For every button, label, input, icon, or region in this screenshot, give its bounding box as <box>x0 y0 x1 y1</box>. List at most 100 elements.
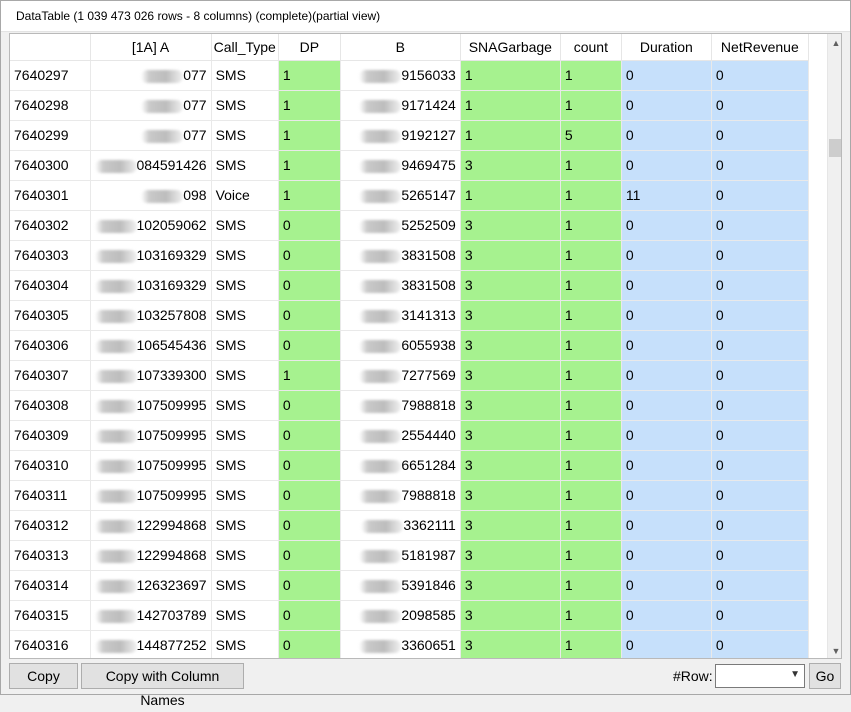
cell-duration[interactable]: 0 <box>621 90 712 121</box>
cell-a[interactable]: 103169329 <box>90 270 212 301</box>
cell-duration[interactable]: 0 <box>621 390 712 421</box>
table-row[interactable]: 7640310 107509995 SMS 0 6651284 3 1 0 0 <box>10 450 809 481</box>
cell-a[interactable]: 103169329 <box>90 240 212 271</box>
copy-with-column-names-button[interactable]: Copy with Column Names <box>81 663 244 708</box>
cell-row-id[interactable]: 7640299 <box>10 120 91 151</box>
row-number-combobox[interactable]: ▼ <box>715 664 805 688</box>
cell-duration[interactable]: 0 <box>621 120 712 151</box>
table-row[interactable]: 7640304 103169329 SMS 0 3831508 3 1 0 0 <box>10 270 809 301</box>
cell-call-type[interactable]: SMS <box>211 210 279 241</box>
cell-a[interactable]: 098 <box>90 180 212 211</box>
table-row[interactable]: 7640305 103257808 SMS 0 3141313 3 1 0 0 <box>10 300 809 331</box>
table-row[interactable]: 7640306 106545436 SMS 0 6055938 3 1 0 0 <box>10 330 809 361</box>
cell-netrevenue[interactable]: 0 <box>711 300 809 331</box>
chevron-down-icon[interactable]: ▼ <box>828 643 841 658</box>
cell-row-id[interactable]: 7640311 <box>10 480 91 511</box>
cell-duration[interactable]: 0 <box>621 270 712 301</box>
cell-b[interactable]: 5252509 <box>340 210 461 241</box>
cell-duration[interactable]: 0 <box>621 450 712 481</box>
cell-netrevenue[interactable]: 0 <box>711 240 809 271</box>
cell-b[interactable]: 3362111 <box>340 510 461 541</box>
cell-count[interactable]: 1 <box>560 630 622 658</box>
cell-snagarbage[interactable]: 3 <box>460 300 561 331</box>
cell-netrevenue[interactable]: 0 <box>711 210 809 241</box>
cell-dp[interactable]: 0 <box>278 630 341 658</box>
table-row[interactable]: 7640308 107509995 SMS 0 7988818 3 1 0 0 <box>10 390 809 421</box>
column-header-b[interactable]: B <box>340 34 461 61</box>
cell-a[interactable]: 144877252 <box>90 630 212 658</box>
cell-count[interactable]: 1 <box>560 450 622 481</box>
cell-duration[interactable]: 0 <box>621 300 712 331</box>
cell-dp[interactable]: 0 <box>278 420 341 451</box>
cell-dp[interactable]: 0 <box>278 330 341 361</box>
cell-duration[interactable]: 0 <box>621 330 712 361</box>
cell-call-type[interactable]: SMS <box>211 300 279 331</box>
cell-netrevenue[interactable]: 0 <box>711 270 809 301</box>
cell-b[interactable]: 6055938 <box>340 330 461 361</box>
cell-count[interactable]: 1 <box>560 90 622 121</box>
cell-row-id[interactable]: 7640297 <box>10 60 91 91</box>
cell-call-type[interactable]: SMS <box>211 150 279 181</box>
cell-count[interactable]: 1 <box>560 270 622 301</box>
cell-row-id[interactable]: 7640302 <box>10 210 91 241</box>
cell-count[interactable]: 1 <box>560 300 622 331</box>
cell-count[interactable]: 1 <box>560 600 622 631</box>
column-header-netrevenue[interactable]: NetRevenue <box>711 34 809 61</box>
cell-b[interactable]: 3831508 <box>340 240 461 271</box>
cell-netrevenue[interactable]: 0 <box>711 570 809 601</box>
cell-call-type[interactable]: SMS <box>211 240 279 271</box>
cell-b[interactable]: 3141313 <box>340 300 461 331</box>
cell-netrevenue[interactable]: 0 <box>711 180 809 211</box>
cell-snagarbage[interactable]: 1 <box>460 120 561 151</box>
cell-duration[interactable]: 0 <box>621 570 712 601</box>
cell-a[interactable]: 077 <box>90 90 212 121</box>
cell-dp[interactable]: 1 <box>278 120 341 151</box>
copy-button[interactable]: Copy <box>9 663 78 689</box>
cell-b[interactable]: 7988818 <box>340 390 461 421</box>
cell-b[interactable]: 9156033 <box>340 60 461 91</box>
cell-a[interactable]: 122994868 <box>90 540 212 571</box>
cell-count[interactable]: 1 <box>560 60 622 91</box>
cell-b[interactable]: 3831508 <box>340 270 461 301</box>
column-header-a[interactable]: [1A] A <box>90 34 212 61</box>
cell-snagarbage[interactable]: 3 <box>460 570 561 601</box>
cell-duration[interactable]: 0 <box>621 630 712 658</box>
cell-snagarbage[interactable]: 3 <box>460 600 561 631</box>
cell-count[interactable]: 1 <box>560 360 622 391</box>
cell-call-type[interactable]: SMS <box>211 120 279 151</box>
cell-count[interactable]: 1 <box>560 210 622 241</box>
cell-dp[interactable]: 1 <box>278 90 341 121</box>
cell-a[interactable]: 106545436 <box>90 330 212 361</box>
cell-netrevenue[interactable]: 0 <box>711 90 809 121</box>
cell-call-type[interactable]: SMS <box>211 600 279 631</box>
data-grid[interactable]: [1A] A Call_Type DP B SNAGarbage count D… <box>9 33 842 659</box>
cell-row-id[interactable]: 7640316 <box>10 630 91 658</box>
cell-netrevenue[interactable]: 0 <box>711 540 809 571</box>
cell-duration[interactable]: 0 <box>621 210 712 241</box>
cell-dp[interactable]: 1 <box>278 180 341 211</box>
cell-dp[interactable]: 0 <box>278 390 341 421</box>
cell-row-id[interactable]: 7640315 <box>10 600 91 631</box>
cell-a[interactable]: 107509995 <box>90 420 212 451</box>
go-button[interactable]: Go <box>809 663 841 689</box>
cell-b[interactable]: 5391846 <box>340 570 461 601</box>
cell-dp[interactable]: 0 <box>278 240 341 271</box>
cell-call-type[interactable]: SMS <box>211 450 279 481</box>
table-row[interactable]: 7640312 122994868 SMS 0 3362111 3 1 0 0 <box>10 510 809 541</box>
cell-count[interactable]: 1 <box>560 480 622 511</box>
cell-call-type[interactable]: SMS <box>211 390 279 421</box>
scroll-thumb[interactable] <box>829 139 841 157</box>
cell-count[interactable]: 1 <box>560 240 622 271</box>
cell-b[interactable]: 6651284 <box>340 450 461 481</box>
cell-netrevenue[interactable]: 0 <box>711 480 809 511</box>
cell-dp[interactable]: 0 <box>278 510 341 541</box>
cell-duration[interactable]: 0 <box>621 60 712 91</box>
table-row[interactable]: 7640314 126323697 SMS 0 5391846 3 1 0 0 <box>10 570 809 601</box>
chevron-down-icon[interactable]: ▼ <box>790 669 800 680</box>
cell-call-type[interactable]: SMS <box>211 60 279 91</box>
cell-count[interactable]: 1 <box>560 150 622 181</box>
cell-count[interactable]: 1 <box>560 180 622 211</box>
table-row[interactable]: 7640313 122994868 SMS 0 5181987 3 1 0 0 <box>10 540 809 571</box>
cell-dp[interactable]: 0 <box>278 450 341 481</box>
table-row[interactable]: 7640302 102059062 SMS 0 5252509 3 1 0 0 <box>10 210 809 241</box>
